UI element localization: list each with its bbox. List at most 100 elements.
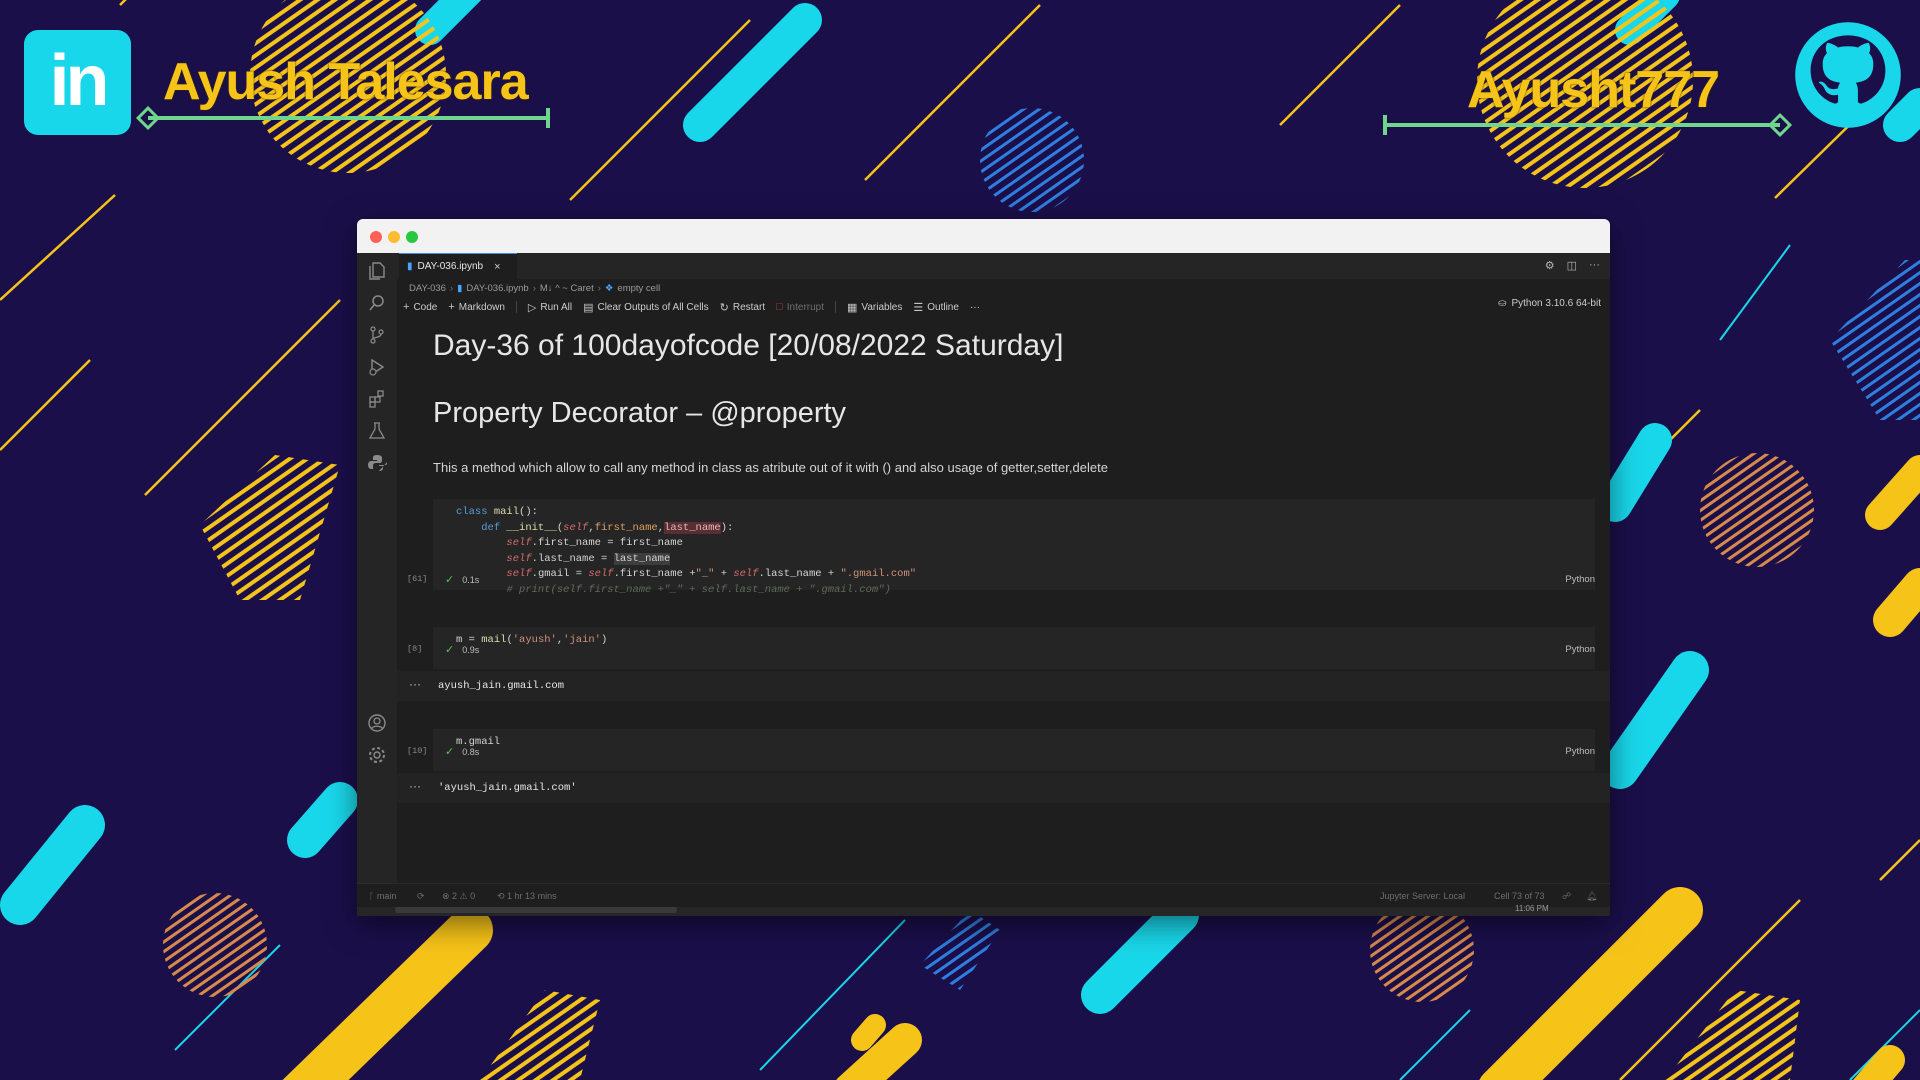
- outline-button[interactable]: ☰ Outline: [913, 301, 959, 314]
- source-control-icon[interactable]: [367, 325, 387, 345]
- code-line: self.first_name = first_name: [506, 537, 682, 549]
- code-token: mail: [487, 506, 520, 518]
- code-token: first_name: [594, 521, 658, 534]
- account-icon[interactable]: [367, 713, 387, 733]
- editor-actions: ⚙ ◫ ···: [1545, 259, 1600, 272]
- variables-button[interactable]: ▦ Variables: [847, 301, 902, 314]
- cell-status: ✓ 0.1s: [445, 573, 479, 586]
- branch-label: main: [376, 891, 397, 901]
- cell-language[interactable]: Python: [1565, 746, 1595, 757]
- jupyter-server-status[interactable]: Jupyter Server: Local: [1380, 891, 1465, 901]
- breadcrumb-file[interactable]: DAY-036.ipynb: [466, 283, 528, 294]
- git-branch[interactable]: ᚴ main: [369, 891, 396, 901]
- code-token: "_": [695, 568, 715, 580]
- settings-gear-icon[interactable]: [367, 745, 387, 765]
- os-taskbar: 11:06 PM: [357, 904, 1610, 916]
- markdown-heading-2: Property Decorator – @property: [433, 397, 847, 429]
- kernel-picker[interactable]: ⛀ Python 3.10.6 64-bit: [1498, 298, 1601, 309]
- code-cell[interactable]: class mail(): def __init__(self,first_na…: [433, 499, 1595, 596]
- sync-icon[interactable]: ⟳: [417, 891, 425, 902]
- linkedin-logo-text: in: [49, 40, 110, 121]
- github-logo-icon: [1795, 22, 1901, 128]
- cell-exec-time: 0.8s: [462, 746, 480, 757]
- extensions-icon[interactable]: [367, 389, 387, 409]
- session-timer[interactable]: ⟲ 1 hr 13 mins: [497, 891, 557, 902]
- run-all-label: Run All: [540, 301, 573, 313]
- close-tab-icon[interactable]: ×: [494, 261, 500, 273]
- feedback-icon[interactable]: ☍: [1562, 891, 1571, 902]
- code-cell[interactable]: m = mail('ayush','jain'): [433, 627, 1595, 669]
- breadcrumb-folder[interactable]: DAY-036: [409, 283, 446, 294]
- code-token: class: [456, 506, 488, 518]
- output-more-icon[interactable]: ···: [409, 779, 421, 793]
- breadcrumb-markdown[interactable]: M↓ ^ ~ Caret: [540, 283, 594, 294]
- code-token: 'jain': [563, 634, 601, 646]
- tab-label: DAY-036.ipynb: [417, 261, 484, 272]
- toolbar-divider: [515, 301, 517, 313]
- code-token: self: [506, 568, 532, 580]
- plus-icon: +: [403, 301, 410, 313]
- outline-icon: ☰: [913, 301, 924, 314]
- more-toolbar-label: ···: [969, 301, 980, 313]
- notebook-content: Day-36 of 100dayofcode [20/08/2022 Satur…: [397, 321, 1610, 866]
- notebook-icon: ▮: [457, 283, 463, 294]
- more-toolbar-button[interactable]: ···: [970, 302, 980, 313]
- minimize-window-button[interactable]: [388, 231, 400, 243]
- vscode-window: ▮ DAY-036.ipynb × ⚙ ◫ ··· DAY-036 › ▮ DA…: [357, 219, 1610, 916]
- python-icon[interactable]: [367, 453, 388, 473]
- cell-icon: ❖: [604, 283, 614, 294]
- markdown-paragraph: This a method which allow to call any me…: [433, 460, 1108, 475]
- check-icon: ✓: [445, 574, 455, 586]
- taskbar-search[interactable]: [395, 907, 677, 913]
- execution-count: [10]: [407, 746, 428, 756]
- history-icon: ⟲: [497, 891, 508, 901]
- code-token: +: [714, 568, 734, 580]
- cell-output: ··· ayush_jain.gmail.com: [397, 671, 1610, 701]
- add-markdown-button[interactable]: + Markdown: [448, 301, 505, 313]
- tab-day-036-ipynb[interactable]: ▮ DAY-036.ipynb ×: [399, 253, 517, 279]
- run-debug-icon[interactable]: [367, 357, 387, 377]
- output-text: ayush_jain.gmail.com: [438, 680, 565, 692]
- interrupt-button[interactable]: □ Interrupt: [776, 301, 824, 313]
- run-all-button[interactable]: ▷ Run All: [528, 301, 572, 314]
- github-name: Ayusht777: [1467, 61, 1720, 119]
- cell-language[interactable]: Python: [1565, 574, 1595, 585]
- code-token: .last_name +: [758, 568, 841, 580]
- cell-language[interactable]: Python: [1565, 644, 1595, 655]
- search-icon[interactable]: [367, 293, 387, 313]
- code-line: self.gmail = self.first_name +"_" + self…: [506, 568, 916, 580]
- maximize-window-button[interactable]: [406, 231, 418, 243]
- code-token: self: [506, 552, 532, 565]
- code-token: ():: [519, 506, 538, 518]
- execution-count: [8]: [407, 644, 423, 654]
- cell-position[interactable]: Cell 73 of 73: [1494, 891, 1545, 901]
- code-token: last_name: [664, 521, 721, 534]
- interrupt-label: Interrupt: [786, 301, 825, 313]
- close-window-button[interactable]: [370, 231, 382, 243]
- code-token: ".gmail.com": [840, 568, 917, 580]
- settings-icon[interactable]: ⚙: [1545, 259, 1555, 272]
- code-editor[interactable]: class mail(): def __init__(self,first_na…: [456, 505, 916, 598]
- restart-label: Restart: [732, 301, 766, 313]
- breadcrumb-cell[interactable]: empty cell: [617, 283, 660, 294]
- add-code-button[interactable]: + Code: [403, 301, 437, 313]
- more-actions-icon[interactable]: ···: [1589, 259, 1600, 272]
- restart-button[interactable]: ↻ Restart: [720, 301, 765, 314]
- output-more-icon[interactable]: ···: [409, 677, 421, 691]
- linkedin-logo-icon: in: [24, 30, 131, 135]
- split-editor-icon[interactable]: ◫: [1567, 259, 1577, 272]
- clear-outputs-button[interactable]: ▤ Clear Outputs of All Cells: [583, 301, 709, 314]
- chevron-right-icon: ›: [597, 283, 601, 294]
- code-cell[interactable]: m.gmail: [433, 729, 1595, 771]
- code-token: self: [506, 537, 532, 549]
- window-titlebar: [357, 219, 1610, 254]
- check-icon: ✓: [445, 746, 455, 758]
- chevron-right-icon: ›: [449, 283, 454, 294]
- run-all-icon: ▷: [527, 301, 537, 314]
- problems-indicator[interactable]: ⊗ 2 ⚠ 0: [442, 891, 475, 902]
- code-token: self: [563, 521, 589, 534]
- notifications-bell-icon[interactable]: 🔔︎: [1586, 891, 1597, 902]
- explorer-icon[interactable]: [367, 261, 387, 281]
- testing-icon[interactable]: [367, 421, 387, 441]
- kernel-icon: ⛀: [1498, 298, 1507, 309]
